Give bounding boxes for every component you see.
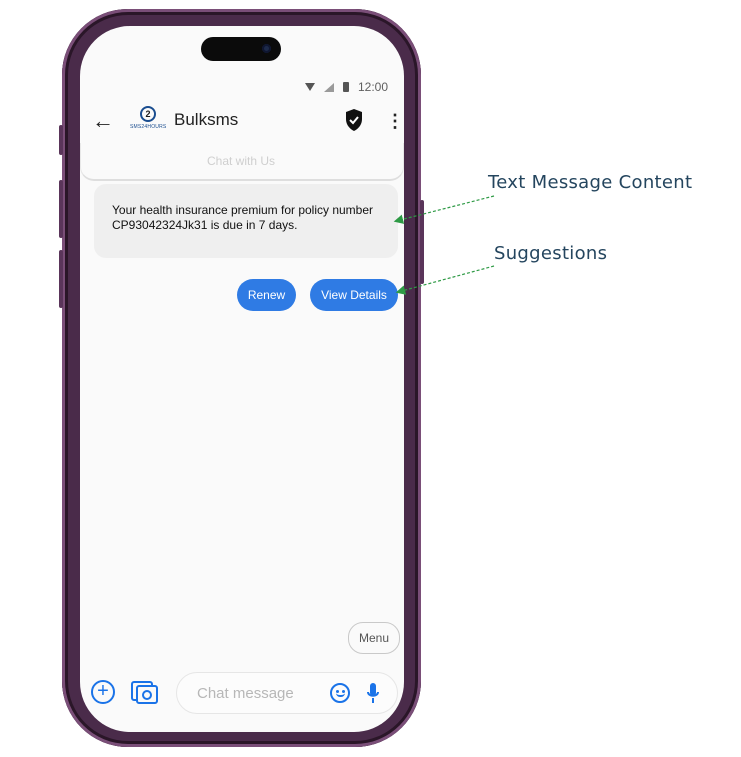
- annotation-arrows: [393, 195, 495, 295]
- annotation-suggestions: Suggestions: [494, 243, 608, 264]
- annotation-arrow-suggestions: [395, 265, 495, 295]
- annotation-arrow-message: [393, 195, 495, 224]
- annotation-text-message-content: Text Message Content: [488, 172, 693, 193]
